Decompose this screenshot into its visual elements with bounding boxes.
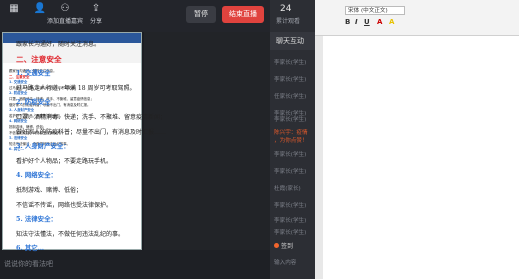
font-color-button[interactable]: A <box>377 18 382 26</box>
document-page[interactable] <box>323 36 519 279</box>
checkin-button[interactable]: 签到 <box>274 241 293 250</box>
bold-button[interactable]: B <box>345 18 350 26</box>
share-button[interactable]: ⇪ 分享 <box>76 2 116 25</box>
chat-message: 李家长(学生) <box>274 152 307 158</box>
chat-panel: 24 累计观看 聊天互动 李家长(学生) 李家长(学生) 任家长(学生) 李家长… <box>270 0 315 279</box>
share-icon: ⇪ <box>91 3 101 14</box>
document-text[interactable]: 跟家长沟通好，随时关注消息。 二、注意安全 1. 交通安全 过马路走人行道，年满… <box>16 39 202 258</box>
vertical-ruler <box>315 36 323 279</box>
word-document-window: 宋体 (中文正文) B I U A A <box>315 0 519 279</box>
record-dot-icon <box>274 243 279 248</box>
chat-message: 李家长(学生) <box>274 117 307 123</box>
chat-message: 李家长(学生) <box>274 218 307 224</box>
comment-input[interactable]: 说说你的看法吧 <box>4 259 53 269</box>
pause-button[interactable]: 暂停 <box>186 6 216 23</box>
chat-message: 任家长(学生) <box>274 94 307 100</box>
italic-button[interactable]: I <box>355 18 358 26</box>
highlight-button[interactable]: A <box>389 18 394 26</box>
chat-message: 李家长(学生) <box>274 77 307 83</box>
tab-chat[interactable]: 聊天互动 <box>270 32 315 50</box>
font-name-select[interactable]: 宋体 (中文正文) <box>345 6 405 15</box>
end-live-button[interactable]: 结束直播 <box>222 6 264 23</box>
chat-message: ，为你点赞！ <box>274 138 308 144</box>
chat-message: 李家长(学生) <box>274 230 307 236</box>
chat-message: 李家长(学生) <box>274 60 307 66</box>
chat-input[interactable]: 输入内容 <box>274 258 296 266</box>
chat-message: 李家长(学生) <box>274 203 307 209</box>
chat-message: 陈兴宇：疫情 <box>274 130 308 136</box>
underline-button[interactable]: U <box>364 18 370 26</box>
viewer-count: 24 <box>280 4 292 14</box>
viewer-count-label: 累计观看 <box>276 18 301 25</box>
chat-message: 李家长(学生) <box>274 169 307 175</box>
chat-message: 杜霞(家长) <box>274 186 301 192</box>
word-ribbon: 宋体 (中文正文) B I U A A <box>315 0 519 36</box>
